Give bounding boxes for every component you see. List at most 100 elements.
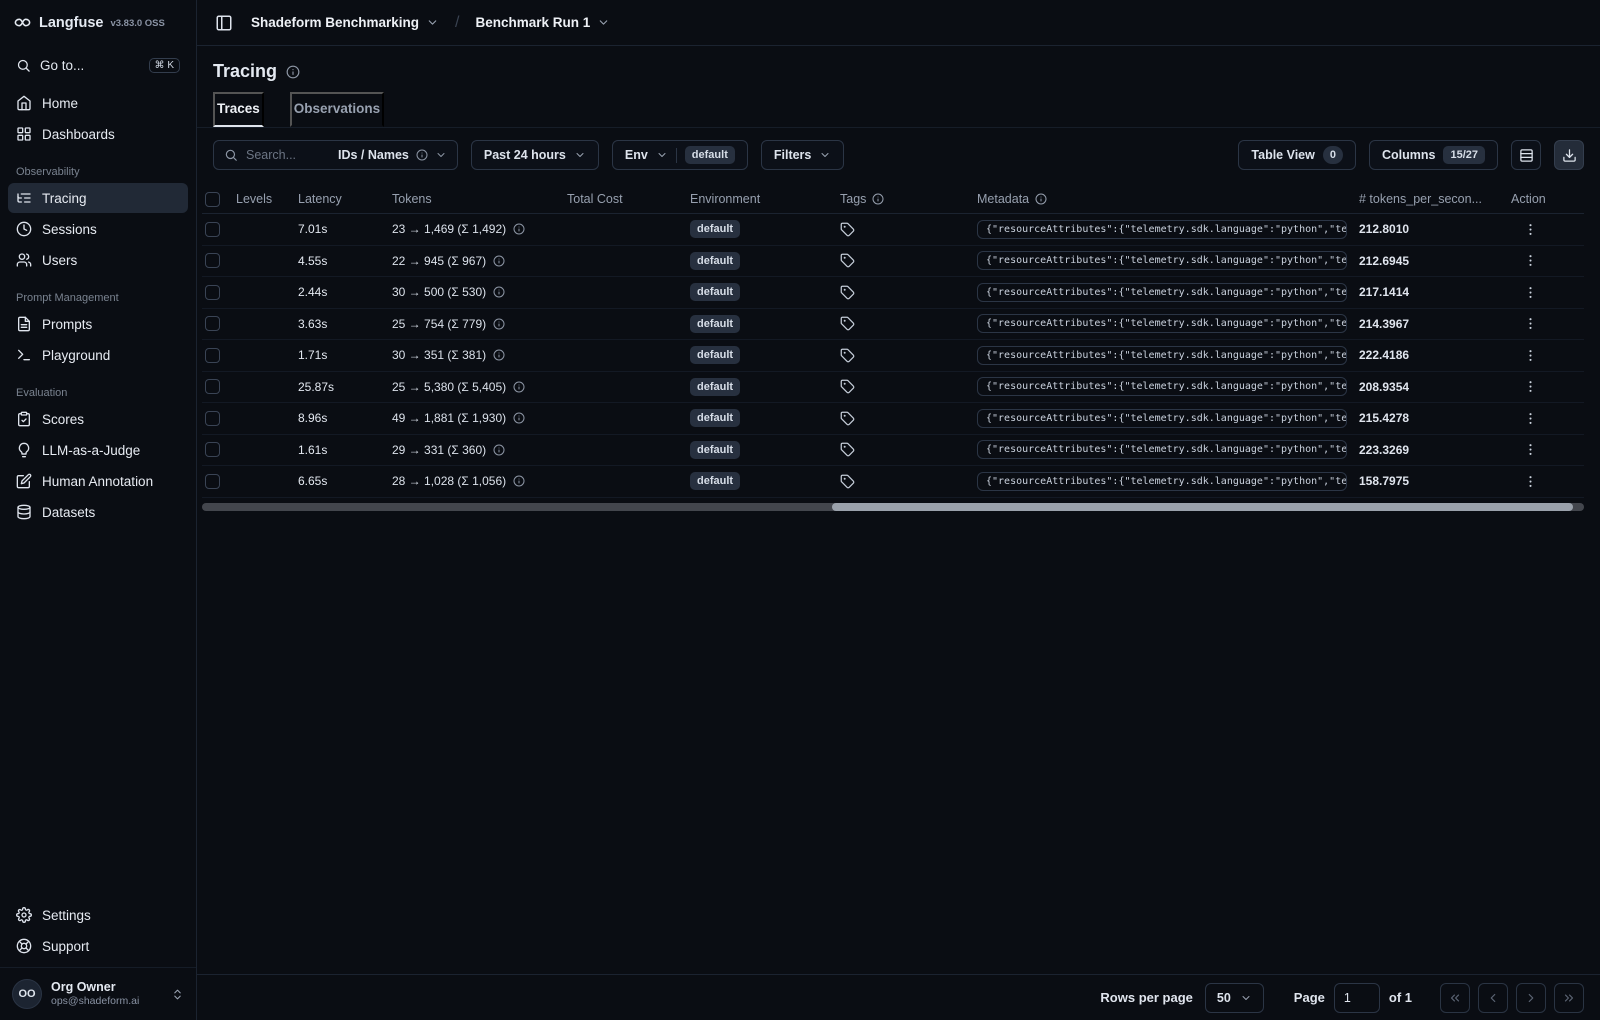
row-actions-button[interactable] <box>1517 283 1544 302</box>
export-button[interactable] <box>1554 140 1584 170</box>
row-checkbox[interactable] <box>205 284 220 300</box>
sidebar-item-home[interactable]: Home <box>8 88 188 118</box>
table-row[interactable]: 2.44s 30 → 500 (Σ 530) default {"resourc… <box>202 277 1584 309</box>
metadata-value[interactable]: {"resourceAttributes":{"telemetry.sdk.la… <box>977 314 1347 334</box>
user-menu[interactable]: OO Org Owner ops@shadeform.ai <box>0 967 196 1020</box>
metadata-value[interactable]: {"resourceAttributes":{"telemetry.sdk.la… <box>977 440 1347 460</box>
row-checkbox[interactable] <box>205 410 220 426</box>
add-tag-button[interactable] <box>840 222 855 237</box>
table-view-button[interactable]: Table View 0 <box>1238 140 1356 170</box>
add-tag-button[interactable] <box>840 411 855 426</box>
add-tag-button[interactable] <box>840 442 855 457</box>
main-area: Shadeform Benchmarking / Benchmark Run 1… <box>197 0 1600 1020</box>
info-icon <box>493 349 505 361</box>
tokens-value: 25 → 5,380 (Σ 5,405) <box>392 379 507 394</box>
sidebar-item-scores[interactable]: Scores <box>8 404 188 434</box>
add-tag-button[interactable] <box>840 253 855 268</box>
metadata-value[interactable]: {"resourceAttributes":{"telemetry.sdk.la… <box>977 345 1347 365</box>
table-row[interactable]: 4.55s 22 → 945 (Σ 967) default {"resourc… <box>202 246 1584 277</box>
add-tag-button[interactable] <box>840 474 855 489</box>
sidebar-toggle-button[interactable] <box>213 12 235 34</box>
row-actions-button[interactable] <box>1517 314 1544 333</box>
sidebar-item-sessions[interactable]: Sessions <box>8 214 188 244</box>
next-page-button[interactable] <box>1516 982 1546 1013</box>
org-selector[interactable]: Shadeform Benchmarking <box>251 15 439 30</box>
sidebar-item-support[interactable]: Support <box>8 931 188 961</box>
metadata-value[interactable]: {"resourceAttributes":{"telemetry.sdk.la… <box>977 471 1347 491</box>
add-tag-button[interactable] <box>840 285 855 300</box>
row-checkbox[interactable] <box>205 253 220 269</box>
sidebar-item-tracing[interactable]: Tracing <box>8 183 188 213</box>
row-checkbox[interactable] <box>205 221 220 237</box>
metadata-value[interactable]: {"resourceAttributes":{"telemetry.sdk.la… <box>977 377 1347 397</box>
add-tag-button[interactable] <box>840 348 855 363</box>
page-number-input[interactable] <box>1333 982 1380 1013</box>
sidebar-item-playground[interactable]: Playground <box>8 340 188 370</box>
search-input[interactable] <box>246 148 330 162</box>
table-row[interactable]: 1.61s 29 → 331 (Σ 360) default {"resourc… <box>202 435 1584 466</box>
tracing-page: Tracing Traces Observations IDs / Names <box>197 46 1600 1020</box>
sidebar-item-dashboards[interactable]: Dashboards <box>8 119 188 149</box>
table-row[interactable]: 3.63s 25 → 754 (Σ 779) default {"resourc… <box>202 309 1584 340</box>
brand-version: v3.83.0 OSS <box>110 18 165 29</box>
env-dropdown[interactable]: Env default <box>611 140 748 170</box>
first-page-button[interactable] <box>1440 982 1470 1013</box>
cell-tokens-per-second: 212.8010 <box>1359 222 1410 237</box>
row-actions-button[interactable] <box>1517 377 1544 396</box>
tag-icon <box>840 316 855 331</box>
tab-traces[interactable]: Traces <box>213 92 264 127</box>
row-actions-button[interactable] <box>1517 409 1544 428</box>
metadata-value[interactable]: {"resourceAttributes":{"telemetry.sdk.la… <box>977 408 1347 428</box>
row-checkbox[interactable] <box>205 442 220 458</box>
column-header-tokens: Tokens <box>392 192 432 206</box>
row-checkbox[interactable] <box>205 379 220 395</box>
select-all-checkbox[interactable] <box>205 191 220 207</box>
row-height-button[interactable] <box>1511 140 1541 170</box>
table-row[interactable]: 8.96s 49 → 1,881 (Σ 1,930) default {"res… <box>202 403 1584 435</box>
cell-tokens: 30 → 500 (Σ 530) <box>392 285 567 299</box>
metadata-value[interactable]: {"resourceAttributes":{"telemetry.sdk.la… <box>977 251 1347 271</box>
row-actions-button[interactable] <box>1517 472 1544 491</box>
sidebar-item-datasets[interactable]: Datasets <box>8 497 188 527</box>
row-actions-button[interactable] <box>1517 346 1544 365</box>
row-actions-button[interactable] <box>1517 440 1544 459</box>
last-page-button[interactable] <box>1554 982 1584 1013</box>
sidebar-item-human-annotation[interactable]: Human Annotation <box>8 466 188 496</box>
goto-button[interactable]: Go to... ⌘ K <box>8 52 188 79</box>
table-row[interactable]: 1.71s 30 → 351 (Σ 381) default {"resourc… <box>202 340 1584 372</box>
cell-metadata: {"resourceAttributes":{"telemetry.sdk.la… <box>977 408 1359 428</box>
add-tag-button[interactable] <box>840 379 855 394</box>
sidebar-item-users[interactable]: Users <box>8 245 188 275</box>
search-mode-dropdown[interactable]: IDs / Names <box>338 148 447 162</box>
row-checkbox[interactable] <box>205 473 220 489</box>
metadata-value[interactable]: {"resourceAttributes":{"telemetry.sdk.la… <box>977 282 1347 302</box>
horizontal-scrollbar[interactable] <box>202 502 1584 511</box>
metadata-value[interactable]: {"resourceAttributes":{"telemetry.sdk.la… <box>977 219 1347 239</box>
row-actions-button[interactable] <box>1517 251 1544 270</box>
filters-dropdown[interactable]: Filters <box>760 140 845 170</box>
rows-per-page-select[interactable]: 50 <box>1204 982 1264 1013</box>
table-row[interactable]: 7.01s 23 → 1,469 (Σ 1,492) default {"res… <box>202 214 1584 246</box>
table-row[interactable]: 6.65s 28 → 1,028 (Σ 1,056) default {"res… <box>202 466 1584 498</box>
info-icon <box>493 286 505 298</box>
row-checkbox[interactable] <box>205 316 220 332</box>
project-selector[interactable]: Benchmark Run 1 <box>476 15 611 30</box>
cell-environment: default <box>690 440 840 459</box>
toolbar-right: Table View 0 Columns 15/27 <box>1238 140 1584 170</box>
download-icon <box>1562 148 1576 162</box>
pen-square-icon <box>16 473 32 489</box>
row-checkbox[interactable] <box>205 347 220 363</box>
tab-observations[interactable]: Observations <box>289 92 385 127</box>
previous-page-button[interactable] <box>1478 982 1508 1013</box>
tokens-value: 23 → 1,469 (Σ 1,492) <box>392 222 507 237</box>
time-range-dropdown[interactable]: Past 24 hours <box>470 140 599 170</box>
columns-button[interactable]: Columns 15/27 <box>1368 140 1498 170</box>
info-icon <box>513 223 525 235</box>
table-row[interactable]: 25.87s 25 → 5,380 (Σ 5,405) default {"re… <box>202 372 1584 403</box>
sidebar-item-prompts[interactable]: Prompts <box>8 309 188 339</box>
sidebar-item-llm-as-a-judge[interactable]: LLM-as-a-Judge <box>8 435 188 465</box>
sidebar-item-settings[interactable]: Settings <box>8 900 188 930</box>
add-tag-button[interactable] <box>840 316 855 331</box>
row-actions-button[interactable] <box>1517 220 1544 239</box>
scrollbar-thumb[interactable] <box>832 502 1573 511</box>
